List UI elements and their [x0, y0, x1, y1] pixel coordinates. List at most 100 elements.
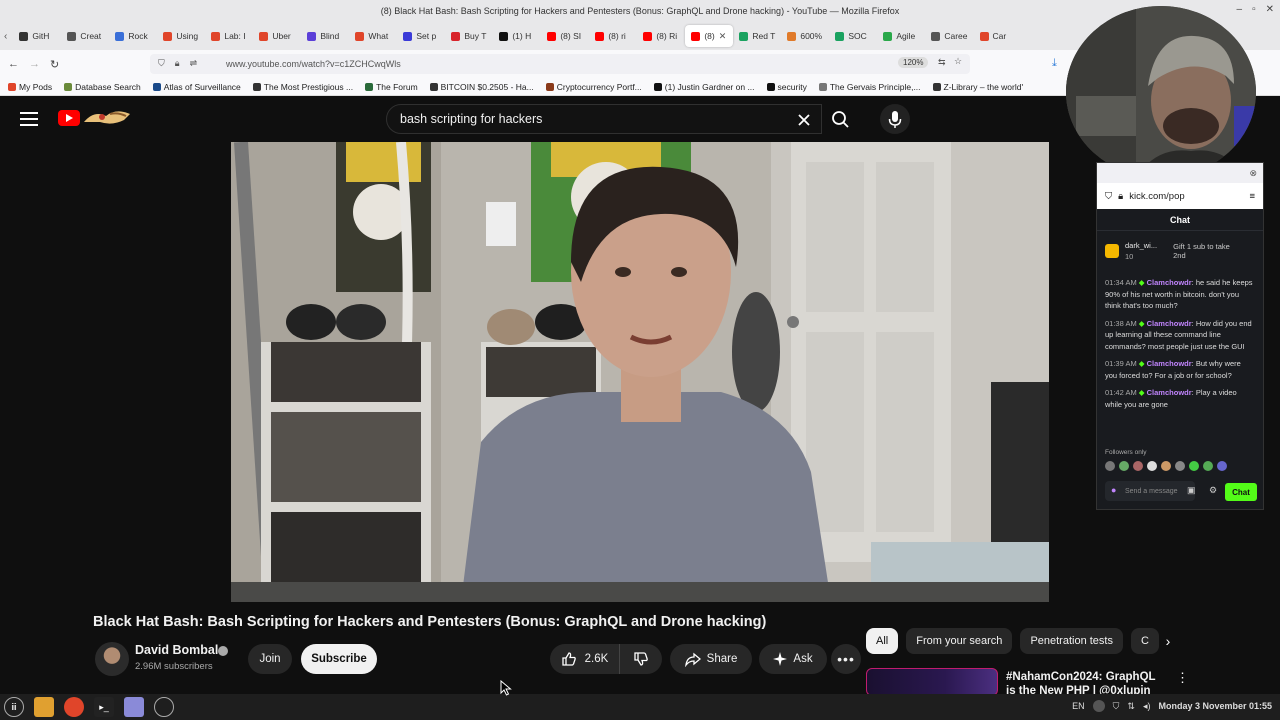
- browser-tab[interactable]: (8) ri: [589, 25, 637, 47]
- browser-tab[interactable]: Rock: [109, 25, 157, 47]
- bookmark-item[interactable]: BITCOIN $0.2505 - Ha...: [429, 82, 534, 92]
- more-vertical-icon[interactable]: ⋮: [1176, 670, 1189, 686]
- network-icon[interactable]: ⇅: [1127, 701, 1135, 712]
- search-input[interactable]: bash scripting for hackers: [386, 104, 822, 134]
- subscribe-button[interactable]: Subscribe: [301, 644, 377, 674]
- settings-icon[interactable]: ⚙: [1209, 485, 1217, 496]
- voice-search-button[interactable]: [880, 104, 910, 134]
- emote-icon[interactable]: [1133, 461, 1143, 471]
- emote-icon[interactable]: [1189, 461, 1199, 471]
- shield-tray-icon[interactable]: ⛉: [1113, 701, 1120, 712]
- related-video-item[interactable]: #NahamCon2024: GraphQL is the New PHP | …: [866, 668, 1266, 697]
- chevron-right-icon[interactable]: ›: [1156, 630, 1180, 652]
- zoom-badge[interactable]: 120%: [898, 57, 929, 68]
- browser-tab[interactable]: Blind: [301, 25, 349, 47]
- popup-menu-icon[interactable]: ≡: [1249, 191, 1255, 202]
- filter-chip[interactable]: All: [866, 628, 899, 654]
- close-icon[interactable]: ✕: [1266, 4, 1274, 15]
- lock-icon[interactable]: 🔒︎: [175, 58, 180, 69]
- bookmark-item[interactable]: Cryptocurrency Portf...: [545, 82, 642, 92]
- like-button[interactable]: 2.6K: [550, 644, 620, 674]
- browser-tab[interactable]: Lab: I: [205, 25, 253, 47]
- ask-button[interactable]: Ask: [759, 644, 827, 674]
- channel-name[interactable]: David Bombal: [135, 643, 218, 657]
- browser-tab[interactable]: Agile: [877, 25, 925, 47]
- download-icon[interactable]: ⤓: [1052, 57, 1057, 70]
- channel-avatar[interactable]: [95, 642, 129, 676]
- chat-username[interactable]: Clamchowdr: [1147, 359, 1192, 368]
- emote-icon[interactable]: [1147, 461, 1157, 471]
- keyboard-layout[interactable]: EN: [1072, 701, 1085, 711]
- firefox-icon[interactable]: [64, 697, 84, 717]
- reload-icon[interactable]: ↻: [50, 58, 59, 71]
- url-text[interactable]: www.youtube.com/watch?v=c1ZCHCwqWls: [226, 59, 401, 69]
- browser-tab[interactable]: SOC: [829, 25, 877, 47]
- browser-tab[interactable]: (1) H: [493, 25, 541, 47]
- clear-search-icon[interactable]: [797, 113, 811, 127]
- search-query[interactable]: bash scripting for hackers: [400, 112, 542, 126]
- share-button[interactable]: Share: [670, 644, 752, 674]
- app-grid-icon[interactable]: [154, 697, 174, 717]
- start-menu-icon[interactable]: ⅲ: [4, 697, 24, 717]
- chat-username[interactable]: Clamchowdr: [1147, 388, 1192, 397]
- emote-icon[interactable]: [1175, 461, 1185, 471]
- bookmark-item[interactable]: (1) Justin Gardner on ...: [653, 82, 755, 92]
- search-button[interactable]: [822, 104, 860, 134]
- forward-icon[interactable]: →: [29, 58, 40, 70]
- browser-tab[interactable]: What: [349, 25, 397, 47]
- recorder-icon[interactable]: [1092, 700, 1105, 712]
- join-button[interactable]: Join: [248, 644, 292, 674]
- minimize-icon[interactable]: –: [1237, 4, 1243, 15]
- translate-icon[interactable]: ⇆: [938, 57, 946, 68]
- filter-chip[interactable]: Penetration tests: [1020, 628, 1123, 654]
- gifter-name[interactable]: dark_wi...: [1125, 241, 1157, 250]
- emote-icon[interactable]: [1161, 461, 1171, 471]
- emote-icon[interactable]: [1217, 461, 1227, 471]
- send-chat-button[interactable]: Chat: [1225, 483, 1257, 501]
- chat-username[interactable]: Clamchowdr: [1147, 278, 1192, 287]
- popup-url-text[interactable]: kick.com/pop: [1129, 191, 1184, 202]
- bookmark-item[interactable]: The Gervais Principle,...: [818, 82, 921, 92]
- doodle-logo-icon[interactable]: [80, 106, 134, 130]
- gift-icon[interactable]: ▣: [1187, 485, 1196, 496]
- browser-tab[interactable]: Creat: [61, 25, 109, 47]
- browser-tab[interactable]: GitH: [13, 25, 61, 47]
- bookmark-item[interactable]: Database Search: [64, 82, 141, 92]
- gift-text[interactable]: Gift 1 sub to take 2nd: [1173, 242, 1237, 260]
- chat-message-input[interactable]: Send a message: [1105, 481, 1195, 501]
- tab-close-icon[interactable]: ✕: [719, 31, 727, 42]
- tab-list-icon[interactable]: ‹: [4, 31, 7, 42]
- browser-tab[interactable]: (8) Ri: [637, 25, 685, 47]
- menu-icon[interactable]: [20, 112, 38, 126]
- terminal-icon[interactable]: ▸_: [94, 697, 114, 717]
- browser-tab[interactable]: (8) SI: [541, 25, 589, 47]
- bookmark-star-icon[interactable]: ☆: [954, 56, 962, 67]
- filter-chip[interactable]: C: [1131, 628, 1159, 654]
- popup-url-bar[interactable]: ⛉ 🔒︎ kick.com/pop ≡: [1097, 183, 1263, 209]
- more-actions-button[interactable]: •••: [831, 644, 861, 674]
- bookmark-item[interactable]: My Pods: [8, 82, 52, 92]
- browser-tab[interactable]: Caree: [925, 25, 973, 47]
- related-video-thumbnail[interactable]: [866, 668, 998, 696]
- browser-tab[interactable]: Uber: [253, 25, 301, 47]
- browser-tab[interactable]: 600%: [781, 25, 829, 47]
- volume-icon[interactable]: ◂): [1143, 701, 1151, 712]
- browser-tab[interactable]: Buy T: [445, 25, 493, 47]
- emote-icon[interactable]: [1203, 461, 1213, 471]
- chat-username[interactable]: Clamchowdr: [1147, 319, 1192, 328]
- maximize-icon[interactable]: ▫: [1252, 4, 1256, 15]
- filter-chip[interactable]: From your search: [906, 628, 1013, 654]
- bookmark-item[interactable]: Z-Library – the world': [932, 82, 1023, 92]
- shield-icon[interactable]: ⛉: [158, 58, 165, 69]
- back-icon[interactable]: ←: [8, 58, 19, 70]
- bookmark-item[interactable]: The Most Prestigious ...: [252, 82, 353, 92]
- clock[interactable]: Monday 3 November 01:55: [1158, 701, 1272, 711]
- browser-tab[interactable]: Car: [974, 25, 1022, 47]
- bookmark-item[interactable]: Atlas of Surveillance: [152, 82, 241, 92]
- text-editor-icon[interactable]: [124, 697, 144, 717]
- youtube-logo-icon[interactable]: [58, 110, 80, 126]
- bookmark-item[interactable]: The Forum: [365, 82, 418, 92]
- browser-tab[interactable]: (8) ✕: [685, 25, 734, 47]
- browser-tab[interactable]: Using: [157, 25, 205, 47]
- dislike-button[interactable]: [620, 644, 662, 674]
